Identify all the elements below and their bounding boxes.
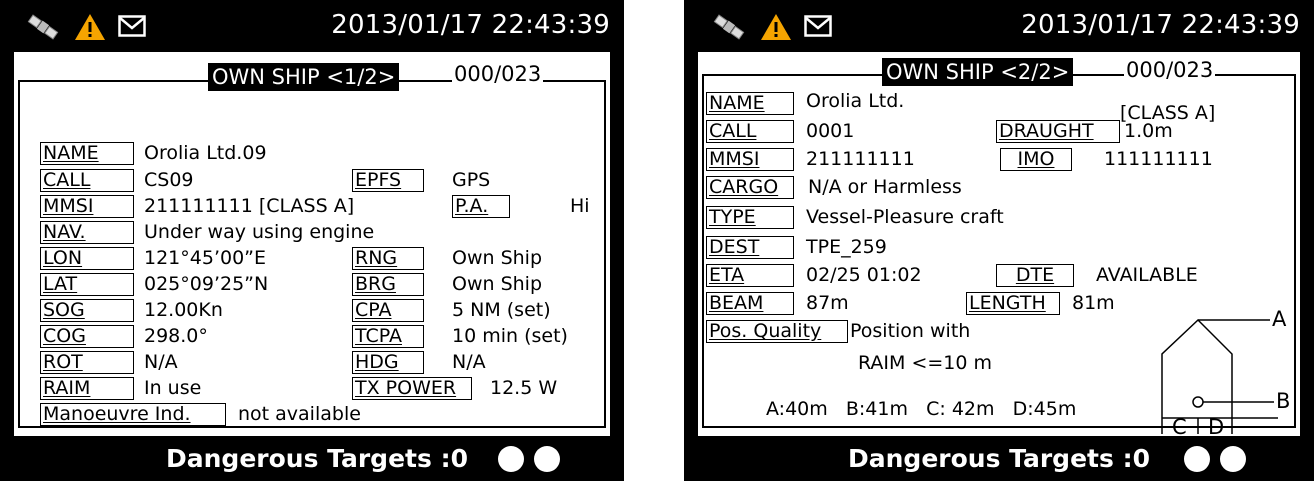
warning-icon: [75, 14, 105, 40]
hdg-label: HDG: [352, 351, 424, 374]
position-quality-value: Position with: [850, 320, 971, 342]
status-dot-1: [498, 446, 524, 472]
cog-value: 298.0°: [144, 325, 208, 347]
status-dot-2: [534, 446, 560, 472]
mmsi-value: 211111111: [806, 148, 915, 170]
manoeuvre-value: not available: [238, 403, 361, 425]
mmsi-label: MMSI: [40, 195, 134, 218]
epfs-value: GPS: [452, 169, 491, 191]
cpa-value: 5 NM (set): [452, 299, 551, 321]
call-label: CALL: [706, 120, 794, 143]
position-quality-label: Pos. Quality: [706, 320, 848, 343]
footer-bar: Dangerous Targets :0: [0, 436, 624, 481]
sog-label: SOG: [40, 299, 134, 322]
dte-value: AVAILABLE: [1096, 264, 1198, 286]
manoeuvre-label: Manoeuvre Ind.: [40, 403, 226, 426]
sog-value: 12.00Kn: [144, 299, 223, 321]
dest-value: TPE_259: [806, 236, 887, 258]
status-dot-1: [1184, 446, 1210, 472]
eta-label: ETA: [706, 264, 794, 287]
tx-power-label: TX POWER: [352, 377, 472, 400]
position-quality-raim: RAIM <=10 m: [858, 352, 993, 374]
cargo-value: N/A or Harmless: [808, 176, 962, 198]
draught-value: 1.0m: [1124, 120, 1173, 142]
warning-icon: [761, 14, 791, 40]
page-title: OWN SHIP <2/2>: [882, 58, 1074, 86]
name-value: Orolia Ltd.09: [144, 142, 267, 164]
diagram-label-c: C: [1172, 415, 1187, 439]
nav-label: NAV.: [40, 221, 134, 244]
tcpa-label: TCPA: [352, 325, 424, 348]
draught-label: DRAUGHT: [996, 120, 1120, 143]
hdg-value: N/A: [452, 351, 486, 373]
epfs-label: EPFS: [352, 169, 424, 192]
raim-value: In use: [144, 377, 202, 399]
tcpa-value: 10 min (set): [452, 325, 568, 347]
status-bar: 2013/01/17 22:43:39: [0, 0, 624, 52]
mail-icon: [118, 15, 146, 37]
pa-value: Hi: [570, 195, 590, 217]
cargo-label: CARGO: [706, 176, 794, 199]
type-label: TYPE: [706, 206, 794, 229]
name-label: NAME: [706, 92, 794, 115]
status-bar: 2013/01/17 22:43:39: [684, 0, 1314, 52]
info-panel: OWN SHIP <2/2> 000/023 NAME Orolia Ltd. …: [698, 52, 1300, 439]
rng-label: RNG: [352, 247, 424, 270]
cog-label: COG: [40, 325, 134, 348]
imo-value: 111111111: [1104, 148, 1213, 170]
datetime: 2013/01/17 22:43:39: [331, 10, 610, 40]
brg-label: BRG: [352, 273, 424, 296]
footer-bar: Dangerous Targets :0: [684, 436, 1314, 481]
diagram-label-d: D: [1208, 415, 1225, 439]
datetime: 2013/01/17 22:43:39: [1021, 10, 1300, 40]
rot-value: N/A: [144, 351, 178, 373]
raim-label: RAIM: [40, 377, 134, 400]
rng-value: Own Ship: [452, 247, 543, 269]
status-dot-2: [1220, 446, 1246, 472]
target-count: 000/023: [1124, 58, 1216, 82]
name-label: NAME: [40, 142, 134, 165]
own-ship-screen-2: 2013/01/17 22:43:39 OWN SHIP <2/2> 000/0…: [684, 0, 1314, 481]
beam-value: 87m: [806, 292, 849, 314]
dest-label: DEST: [706, 236, 794, 259]
pa-label: P.A.: [452, 195, 510, 218]
call-value: 0001: [806, 120, 855, 142]
brg-value: Own Ship: [452, 273, 543, 295]
type-value: Vessel-Pleasure craft: [806, 206, 1004, 228]
mmsi-value: 211111111 [CLASS A]: [144, 195, 355, 217]
rot-label: ROT: [40, 351, 134, 374]
dangerous-targets: Dangerous Targets :0: [848, 444, 1150, 473]
lat-label: LAT: [40, 273, 134, 296]
diagram-label-a: A: [1272, 307, 1287, 331]
imo-label: IMO: [1000, 148, 1072, 171]
beam-label: BEAM: [706, 292, 794, 315]
name-value: Orolia Ltd.: [806, 90, 905, 112]
length-label: LENGTH: [966, 292, 1060, 315]
dte-label: DTE: [996, 264, 1074, 287]
target-count: 000/023: [452, 62, 544, 86]
page-title: OWN SHIP <1/2>: [208, 63, 400, 91]
satellite-icon: [713, 14, 745, 40]
mmsi-label: MMSI: [706, 148, 794, 171]
nav-value: Under way using engine: [144, 221, 375, 243]
lon-value: 121°45’00”E: [144, 247, 267, 269]
diagram-label-b: B: [1276, 389, 1291, 413]
dangerous-targets: Dangerous Targets :0: [166, 444, 468, 473]
length-value: 81m: [1072, 292, 1115, 314]
own-ship-screen-1: 2013/01/17 22:43:39 OWN SHIP <1/2> 000/0…: [0, 0, 624, 481]
lat-value: 025°09’25”N: [144, 273, 269, 295]
call-value: CS09: [144, 169, 194, 191]
tx-power-value: 12.5 W: [490, 377, 558, 399]
call-label: CALL: [40, 169, 134, 192]
mail-icon: [804, 15, 832, 37]
lon-label: LON: [40, 247, 134, 270]
info-panel: OWN SHIP <1/2> 000/023 NAME Orolia Ltd.0…: [14, 52, 610, 436]
cpa-label: CPA: [352, 299, 424, 322]
eta-value: 02/25 01:02: [806, 264, 922, 286]
ship-dimensions: A:40m B:41m C: 42m D:45m: [766, 398, 1077, 420]
satellite-icon: [27, 14, 59, 40]
